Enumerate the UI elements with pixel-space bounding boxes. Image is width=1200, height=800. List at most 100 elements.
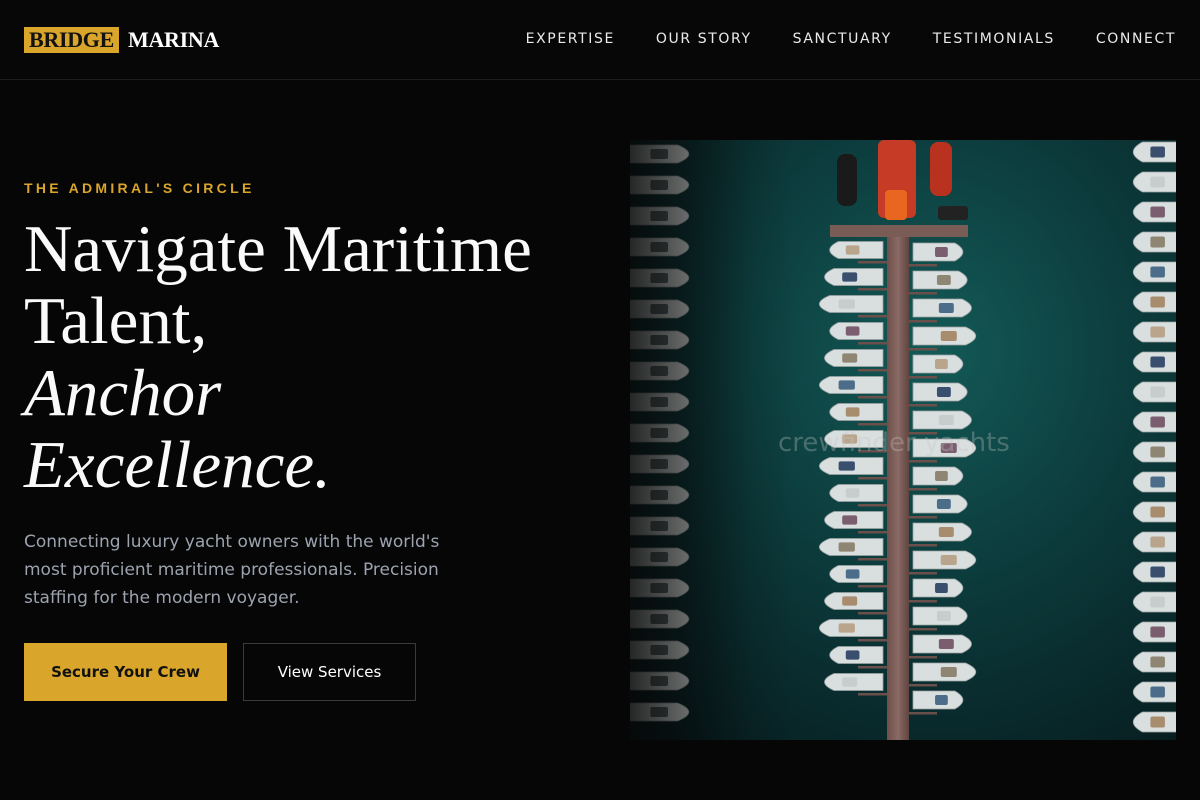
finger-dock bbox=[858, 585, 887, 588]
hero-headline: Navigate Maritime Talent, Anchor Excelle… bbox=[24, 213, 624, 501]
finger-dock bbox=[909, 544, 937, 547]
boat-deck bbox=[1150, 206, 1165, 218]
nav-our-story[interactable]: OUR STORY bbox=[656, 30, 752, 48]
headline-line-3: Anchor bbox=[24, 356, 222, 430]
nav-testimonials[interactable]: TESTIMONIALS bbox=[933, 30, 1055, 48]
finger-dock bbox=[909, 516, 937, 519]
marina-aerial-image: crewfinder yachts bbox=[630, 140, 1176, 740]
boat-deck bbox=[1150, 686, 1165, 698]
nav-sanctuary[interactable]: SANCTUARY bbox=[793, 30, 892, 48]
red-rib bbox=[930, 142, 952, 196]
brand-logo[interactable]: BRIDGE MARINA bbox=[24, 27, 219, 53]
finger-dock bbox=[909, 684, 937, 687]
boat-deck bbox=[936, 275, 951, 285]
finger-dock bbox=[858, 396, 887, 399]
boat-deck bbox=[936, 499, 951, 509]
hero-eyebrow: THE ADMIRAL'S CIRCLE bbox=[24, 180, 255, 196]
boat-deck bbox=[838, 542, 855, 552]
boat-deck bbox=[650, 335, 668, 345]
boat-deck bbox=[845, 569, 860, 579]
boat-deck bbox=[838, 380, 855, 390]
finger-dock bbox=[909, 488, 937, 491]
finger-dock bbox=[858, 639, 887, 642]
black-rib bbox=[837, 154, 857, 206]
finger-dock bbox=[909, 600, 937, 603]
boat-deck bbox=[845, 407, 860, 417]
view-services-button[interactable]: View Services bbox=[243, 643, 416, 701]
boat-deck bbox=[1150, 416, 1165, 428]
finger-dock bbox=[858, 477, 887, 480]
boat-deck bbox=[1150, 596, 1165, 608]
finger-dock bbox=[858, 558, 887, 561]
boat-deck bbox=[936, 387, 951, 397]
boat-deck bbox=[650, 428, 668, 438]
boat-deck bbox=[1150, 566, 1165, 578]
boat-deck bbox=[940, 555, 957, 565]
small-tender bbox=[938, 206, 968, 220]
boat-deck bbox=[838, 461, 855, 471]
boat-deck bbox=[650, 645, 668, 655]
hero-description: Connecting luxury yacht owners with the … bbox=[24, 532, 440, 608]
finger-dock bbox=[858, 423, 887, 426]
boat-deck bbox=[1150, 656, 1165, 668]
boat-deck bbox=[650, 242, 668, 252]
boat-deck bbox=[650, 397, 668, 407]
boat-deck bbox=[842, 596, 858, 606]
boat-deck bbox=[1150, 326, 1165, 338]
finger-dock bbox=[858, 504, 887, 507]
logo-marina: MARINA bbox=[128, 27, 220, 52]
boat-deck bbox=[842, 272, 858, 282]
boat-deck bbox=[650, 304, 668, 314]
boat-deck bbox=[938, 303, 954, 313]
finger-dock bbox=[909, 376, 937, 379]
finger-dock bbox=[909, 628, 937, 631]
headline-line-4: Excellence. bbox=[24, 428, 331, 502]
finger-dock bbox=[858, 369, 887, 372]
boat-deck bbox=[842, 677, 858, 687]
boat-deck bbox=[838, 623, 855, 633]
boat-deck bbox=[650, 459, 668, 469]
site-header: BRIDGE MARINA EXPERTISE OUR STORY SANCTU… bbox=[0, 0, 1200, 80]
boat-deck bbox=[1150, 176, 1165, 188]
boat-deck bbox=[650, 211, 668, 221]
finger-dock bbox=[909, 292, 937, 295]
boat-deck bbox=[935, 471, 948, 481]
finger-dock bbox=[858, 261, 887, 264]
nav-connect[interactable]: CONNECT bbox=[1096, 30, 1176, 48]
boat-deck bbox=[936, 611, 951, 621]
boat-deck bbox=[650, 614, 668, 624]
finger-dock bbox=[858, 315, 887, 318]
finger-dock bbox=[858, 531, 887, 534]
finger-dock bbox=[858, 693, 887, 696]
finger-dock bbox=[909, 320, 937, 323]
boat-deck bbox=[938, 415, 954, 425]
boat-deck bbox=[1150, 386, 1165, 398]
boat-deck bbox=[935, 583, 948, 593]
boat-deck bbox=[1150, 236, 1165, 248]
boat-deck bbox=[940, 667, 957, 677]
boat-deck bbox=[1150, 626, 1165, 638]
headline-line-2: Talent, bbox=[24, 284, 208, 358]
boat-deck bbox=[1150, 356, 1165, 368]
pier-head bbox=[830, 225, 968, 237]
boat-deck bbox=[650, 707, 668, 717]
secure-your-crew-button[interactable]: Secure Your Crew bbox=[24, 643, 227, 701]
finger-dock bbox=[858, 666, 887, 669]
boat-deck bbox=[845, 326, 860, 336]
boat-deck bbox=[1150, 716, 1165, 728]
boat-deck bbox=[650, 149, 668, 159]
finger-dock bbox=[909, 404, 937, 407]
boat-deck bbox=[845, 488, 860, 498]
boat-deck bbox=[650, 490, 668, 500]
boat-deck bbox=[1150, 146, 1165, 158]
boat-deck bbox=[845, 245, 860, 255]
boat-deck bbox=[938, 639, 954, 649]
boat-deck bbox=[938, 527, 954, 537]
boat-deck bbox=[935, 695, 948, 705]
boat-deck bbox=[940, 331, 957, 341]
boat-deck bbox=[650, 521, 668, 531]
finger-dock bbox=[909, 264, 937, 267]
nav-expertise[interactable]: EXPERTISE bbox=[526, 30, 615, 48]
boat-deck bbox=[1150, 446, 1165, 458]
boat-deck bbox=[650, 366, 668, 376]
